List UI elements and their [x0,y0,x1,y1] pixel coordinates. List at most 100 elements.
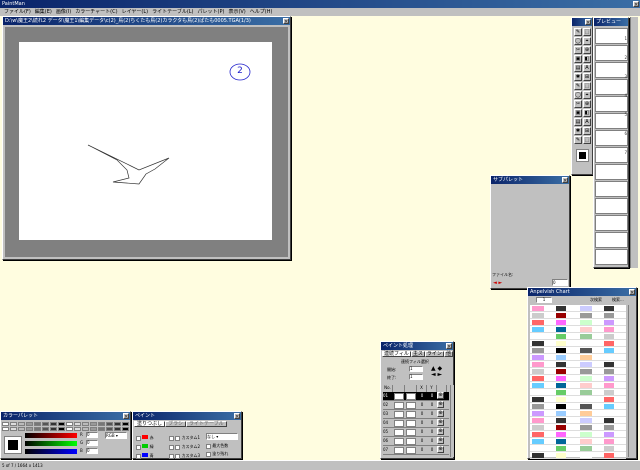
chart-color-cell[interactable] [556,425,566,430]
chart-color-cell[interactable] [604,334,614,339]
tool-button-18[interactable]: ▣ [574,109,582,117]
palette-swatch[interactable] [90,422,97,426]
chart-color-cell[interactable] [556,411,566,416]
palette-swatch[interactable] [106,422,113,426]
chart-color-cell[interactable] [604,327,614,332]
blue-slider[interactable] [25,449,77,454]
chart-color-cell[interactable] [604,369,614,374]
chart-color-cell[interactable] [556,390,566,395]
row-target-button[interactable]: ⊕ [437,410,444,417]
chart-row[interactable] [530,389,626,396]
tool-button-6[interactable]: ▣ [574,55,582,63]
row-color-a[interactable] [394,420,404,427]
palette-swatch[interactable] [122,422,129,426]
preview-frame[interactable] [595,45,628,61]
paint-process-tab[interactable]: 主ス [410,351,425,357]
chart-color-cell[interactable] [556,432,566,437]
row-color-b[interactable] [406,438,416,445]
custom2-option[interactable]: カスタム2 [169,442,200,451]
menu-item-6[interactable]: パレット(P) [198,9,225,15]
chart-row[interactable] [530,396,626,403]
row-target-button[interactable]: ⊕ [437,419,444,426]
chart-color-cell[interactable] [604,418,614,423]
paint-tab[interactable]: ライトテーブル [185,421,227,427]
chart-color-cell[interactable] [532,334,544,339]
chart-color-cell[interactable] [556,446,566,451]
row-color-a[interactable] [394,411,404,418]
palette-swatch[interactable] [42,422,49,426]
menu-item-3[interactable]: カラーチャート(C) [75,9,117,15]
chart-color-cell[interactable] [556,362,566,367]
chart-color-cell[interactable] [556,369,566,374]
tool-button-11[interactable]: ⊞ [583,73,591,81]
row-target-button[interactable]: ⊕ [437,446,444,453]
chart-row[interactable] [530,312,626,319]
chart-color-cell[interactable] [532,439,544,444]
preview-frame[interactable] [595,62,628,78]
row-color-b[interactable] [406,420,416,427]
chart-color-cell[interactable] [604,306,614,311]
palette-swatch[interactable] [66,427,73,431]
chart-color-cell[interactable] [580,446,592,451]
chart-color-cell[interactable] [532,313,544,318]
end-input[interactable]: 1 [409,374,423,380]
chart-row[interactable] [530,361,626,368]
paint-process-close[interactable]: × [446,343,452,350]
chart-color-cell[interactable] [556,439,566,444]
paint-process-tab[interactable]: 連続フィル [382,351,411,357]
chart-color-cell[interactable] [604,348,614,353]
paint-tab[interactable]: 塗りつぶし [134,421,166,427]
direction-arrows[interactable]: ▲ ◆ ◄ ► [431,366,442,378]
palette-swatch[interactable] [98,427,105,431]
chart-row[interactable] [530,438,626,445]
row-target-button[interactable]: ⊕ [437,392,444,399]
tool-button-20[interactable]: ▤ [574,118,582,126]
current-color-swatch[interactable] [576,149,589,162]
row-color-b[interactable] [406,429,416,436]
chart-page-select[interactable]: 1 [536,297,552,303]
chart-color-cell[interactable] [604,439,614,444]
chart-color-cell[interactable] [532,362,544,367]
chart-search[interactable]: 検索... [612,297,624,303]
chart-color-cell[interactable] [532,369,544,374]
palette-swatch[interactable] [58,427,65,431]
chart-color-cell[interactable] [532,453,544,458]
chart-row[interactable] [530,368,626,375]
palette-swatch[interactable] [58,422,65,426]
row-color-b[interactable] [406,402,416,409]
preview-frame[interactable] [595,215,628,231]
row-color-a[interactable] [394,447,404,454]
chart-color-cell[interactable] [580,453,592,458]
palette-swatch[interactable] [42,427,49,431]
palette-swatch[interactable] [2,422,9,426]
chart-color-cell[interactable] [604,404,614,409]
palette-swatch[interactable] [122,427,129,431]
tool-button-23[interactable]: ⊞ [583,127,591,135]
current-color-well[interactable] [4,436,22,454]
chart-color-cell[interactable] [604,341,614,346]
row-color-b[interactable] [406,393,416,400]
chart-color-cell[interactable] [532,306,544,311]
paint-process-row[interactable]: 01 0 0 ⊕ [383,392,449,401]
chart-color-cell[interactable] [580,397,592,402]
chart-row[interactable] [530,382,626,389]
palette-swatch[interactable] [82,422,89,426]
paint-process-row[interactable]: 05 0 0 ⊕ [383,428,449,437]
tool-button-12[interactable]: ✎ [574,82,582,90]
paint-mode-select[interactable]: なし ▾ [206,433,238,440]
chart-row[interactable] [530,326,626,333]
paint-close[interactable]: × [234,413,240,420]
chart-next-search[interactable]: 次検索 [590,297,602,303]
palette-swatch[interactable] [2,427,9,431]
chart-row[interactable] [530,305,626,312]
green-option[interactable]: 緑 [136,442,154,451]
chart-color-cell[interactable] [556,453,566,458]
chart-row[interactable] [530,431,626,438]
row-color-a[interactable] [394,429,404,436]
chart-color-cell[interactable] [532,355,544,360]
canvas-area[interactable]: 2 [5,27,288,257]
chart-row[interactable] [530,375,626,382]
chart-close[interactable]: × [629,289,635,296]
chart-color-cell[interactable] [580,390,592,395]
blue-option[interactable]: 青 [136,451,154,460]
